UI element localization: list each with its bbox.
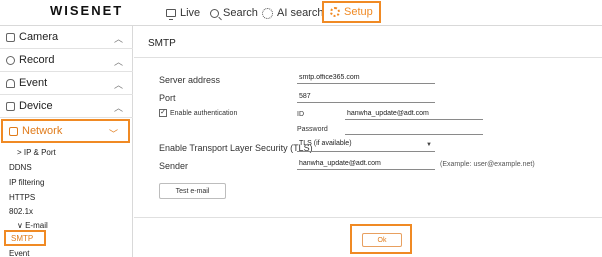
chevron-up-icon: ︿ bbox=[113, 80, 123, 90]
tls-select[interactable]: TLS (if available) ▼ bbox=[297, 140, 435, 152]
ok-button-highlight: Ok bbox=[350, 224, 412, 254]
sidebar-sub-email[interactable]: ∨ E-mail bbox=[17, 221, 48, 230]
sidebar-sub-ip-filtering[interactable]: IP filtering bbox=[9, 178, 44, 187]
nav-search-label: Search bbox=[223, 7, 258, 19]
top-bar: WISENET Live Search AI search Setup bbox=[0, 0, 602, 26]
ai-search-icon bbox=[262, 7, 273, 19]
caret-down-icon: ▼ bbox=[426, 142, 432, 148]
port-input[interactable] bbox=[297, 91, 435, 103]
nav-live[interactable]: Live bbox=[166, 0, 200, 26]
chevron-up-icon: ︿ bbox=[113, 34, 123, 44]
sidebar-sub-event[interactable]: Event bbox=[9, 249, 29, 257]
bell-icon bbox=[6, 78, 15, 88]
nav-setup[interactable]: Setup bbox=[322, 1, 381, 23]
camera-icon bbox=[6, 32, 15, 42]
sidebar-item-record[interactable]: Record ︿ bbox=[0, 49, 133, 72]
sidebar-item-device[interactable]: Device ︿ bbox=[0, 95, 133, 118]
divider bbox=[134, 57, 602, 58]
smtp-settings-panel: SMTP Server address Port ✓ Enable authen… bbox=[134, 26, 602, 257]
record-icon bbox=[6, 55, 15, 65]
sidebar-sub-8021x[interactable]: 802.1x bbox=[9, 207, 33, 216]
tls-label: Enable Transport Layer Security (TLS) bbox=[159, 143, 313, 153]
sidebar-item-camera[interactable]: Camera ︿ bbox=[0, 26, 133, 49]
id-input[interactable] bbox=[345, 108, 483, 120]
sender-input[interactable] bbox=[297, 158, 435, 170]
network-icon bbox=[9, 126, 18, 136]
nav-ai-search-label: AI search bbox=[277, 7, 324, 19]
enable-authentication-label: Enable authentication bbox=[170, 110, 238, 117]
sender-hint: (Example: user@example.net) bbox=[440, 161, 535, 168]
test-email-button[interactable]: Test e-mail bbox=[159, 183, 226, 199]
sidebar-item-event[interactable]: Event ︿ bbox=[0, 72, 133, 95]
sidebar-item-label: Camera bbox=[19, 31, 59, 43]
gear-icon bbox=[330, 7, 340, 17]
sender-label: Sender bbox=[159, 161, 189, 171]
ok-button[interactable]: Ok bbox=[362, 233, 402, 247]
device-icon bbox=[6, 101, 15, 111]
sidebar-sub-smtp[interactable]: SMTP bbox=[4, 230, 46, 246]
sidebar-sub-https[interactable]: HTTPS bbox=[9, 193, 35, 202]
nav-ai-search[interactable]: AI search bbox=[262, 0, 323, 26]
password-label: Password bbox=[297, 126, 328, 133]
sidebar-sub-ddns[interactable]: DDNS bbox=[9, 163, 32, 172]
wisenet-logo: WISENET bbox=[50, 3, 124, 18]
tls-select-value: TLS (if available) bbox=[299, 140, 352, 147]
server-address-label: Server address bbox=[159, 75, 221, 85]
sidebar-item-network[interactable]: Network ﹀ bbox=[1, 119, 130, 143]
password-input[interactable] bbox=[345, 123, 483, 135]
nav-setup-label: Setup bbox=[344, 6, 373, 18]
enable-authentication-checkbox[interactable]: ✓ bbox=[159, 109, 167, 117]
monitor-icon bbox=[166, 9, 176, 20]
chevron-up-icon: ︿ bbox=[113, 57, 123, 67]
nav-search[interactable]: Search bbox=[210, 0, 258, 26]
divider bbox=[134, 217, 602, 218]
server-address-input[interactable] bbox=[297, 72, 435, 84]
chevron-up-icon: ︿ bbox=[113, 103, 123, 113]
nav-live-label: Live bbox=[180, 7, 201, 19]
port-label: Port bbox=[159, 93, 176, 103]
sidebar-sub-ip-port[interactable]: > IP & Port bbox=[17, 148, 56, 157]
sidebar-item-label: Event bbox=[19, 77, 48, 89]
sidebar-item-label: Device bbox=[19, 100, 53, 112]
id-label: ID bbox=[297, 111, 304, 118]
chevron-down-icon: ﹀ bbox=[108, 129, 118, 139]
settings-sidebar: Camera ︿ Record ︿ Event ︿ Device ︿ Netwo… bbox=[0, 26, 133, 257]
sidebar-item-label: Record bbox=[19, 54, 55, 66]
search-icon bbox=[210, 8, 219, 18]
sidebar-item-label: Network bbox=[22, 125, 63, 137]
page-title: SMTP bbox=[148, 38, 176, 49]
